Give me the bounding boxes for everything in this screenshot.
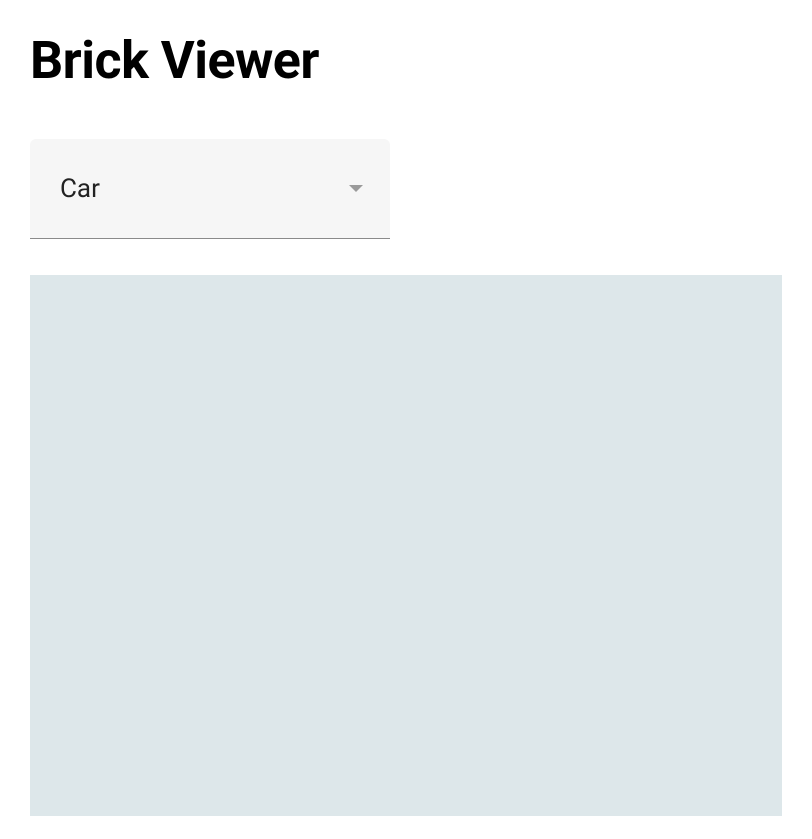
model-select-value: Car xyxy=(60,174,100,204)
model-select[interactable]: Car xyxy=(30,139,390,239)
chevron-down-icon xyxy=(348,184,364,194)
viewer-canvas[interactable] xyxy=(30,275,782,816)
page-title: Brick Viewer xyxy=(30,30,782,91)
